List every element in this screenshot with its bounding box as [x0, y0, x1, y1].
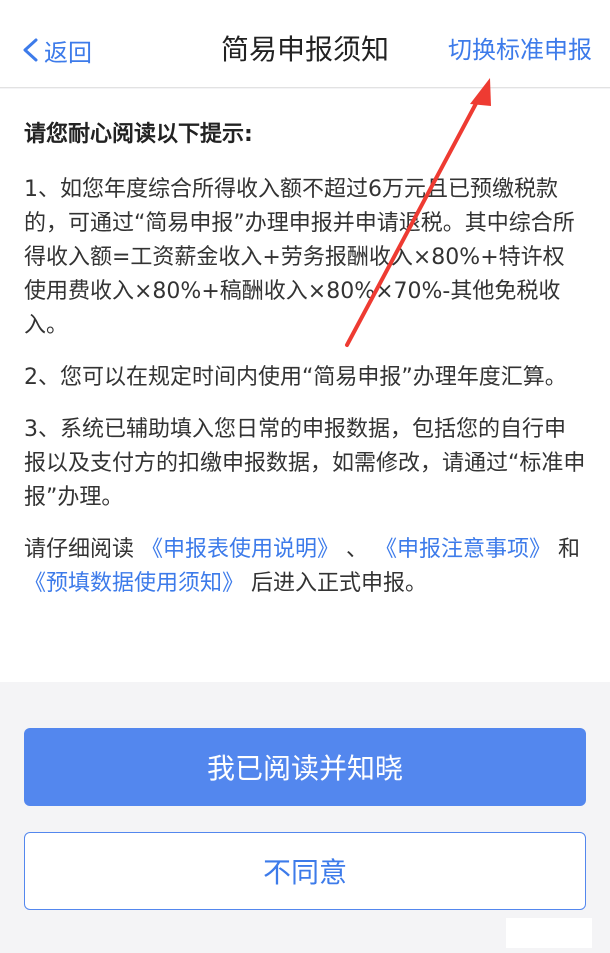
acknowledge-button[interactable]: 我已阅读并知晓 [24, 728, 586, 806]
form-instructions-link[interactable]: 《申报表使用说明》 [141, 537, 339, 562]
read-suffix: 后进入正式申报。 [244, 571, 428, 596]
disagree-button[interactable]: 不同意 [24, 832, 586, 910]
notice-heading: 请您耐心阅读以下提示: [24, 122, 253, 147]
prefill-data-notice-link[interactable]: 《预填数据使用须知》 [24, 571, 244, 596]
corner-patch [506, 918, 592, 948]
separator-2: 和 [551, 537, 581, 562]
navigation-bar: 返回 简易申报须知 切换标准申报 [0, 0, 610, 88]
notice-item-1: 1、如您年度综合所得收入额不超过6万元且已预缴税款的，可通过“简易申报”办理申报… [24, 177, 575, 338]
back-button[interactable]: 返回 [20, 30, 92, 70]
back-label: 返回 [44, 38, 92, 67]
notice-item-3: 3、系统已辅助填入您日常的申报数据，包括您的自行申报以及支付方的扣缴申报数据，如… [24, 417, 586, 510]
read-prefix: 请仔细阅读 [24, 537, 141, 562]
switch-standard-declaration-link[interactable]: 切换标准申报 [448, 30, 592, 70]
declaration-notes-link[interactable]: 《申报注意事项》 [375, 537, 551, 562]
notice-item-2: 2、您可以在规定时间内使用“简易申报”办理年度汇算。 [24, 365, 567, 390]
notice-content: 请您耐心阅读以下提示: 1、如您年度综合所得收入额不超过6万元且已预缴税款的，可… [0, 89, 610, 682]
separator-1: 、 [339, 537, 376, 562]
chevron-left-icon [23, 38, 38, 62]
read-instructions: 请仔细阅读 《申报表使用说明》 、 《申报注意事项》 和 《预填数据使用须知》 … [24, 533, 586, 601]
